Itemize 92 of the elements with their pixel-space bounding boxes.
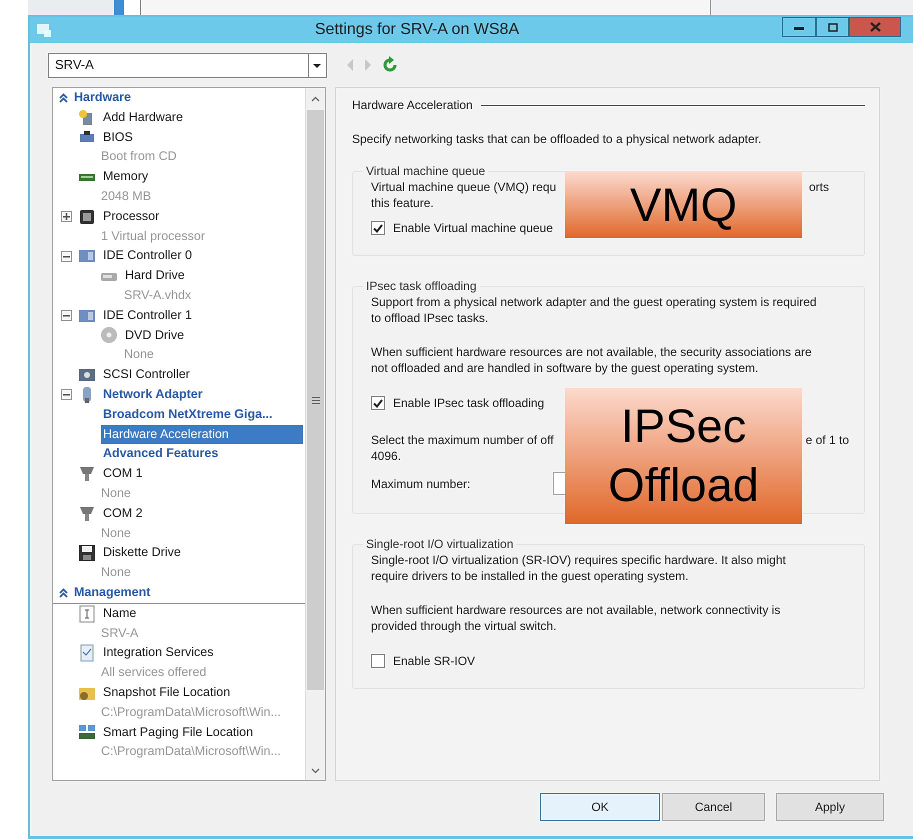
tree-item[interactable]: Network Adapter (101, 384, 205, 405)
group-title: Virtual machine queue (365, 163, 486, 179)
item-detail: SRV-A (101, 624, 138, 642)
tree-item[interactable]: Add Hardware (101, 108, 185, 128)
maximize-icon (828, 22, 838, 32)
disc-icon (100, 326, 118, 344)
scroll-thumb[interactable] (307, 110, 324, 690)
description-text: Support from a physical network adapter and the guest operating system is required to offload IPsec tasks. (371, 294, 817, 326)
tree-item[interactable]: Hardware Acceleration (101, 424, 303, 444)
description-text: When sufficient hardware resources are not available, network connectivity is provided through the virtual switch. (371, 602, 782, 634)
checkbox-label: Enable SR-IOV (393, 653, 476, 670)
grid-icon (78, 723, 96, 742)
tree-item[interactable]: Integration Services (101, 643, 216, 664)
item-detail: All services offered (101, 664, 206, 682)
tree-item[interactable]: Diskette Drive (101, 543, 183, 564)
expander-icon[interactable] (61, 310, 72, 322)
description-text: Virtual machine queue (VMQ) requ (371, 179, 556, 195)
group-title: Single-root I/O virtualization (365, 536, 514, 552)
maximize-button[interactable] (816, 17, 849, 37)
checkbox[interactable] (371, 396, 385, 410)
field-label: Maximum number: (371, 476, 472, 492)
checkbox-label: Enable IPsec task offloading (393, 395, 544, 412)
tree-item[interactable]: IDE Controller 1 (101, 306, 194, 326)
tree-item[interactable]: IDE Controller 0 (101, 246, 194, 266)
checkbox[interactable] (371, 221, 385, 235)
item-detail: None (124, 346, 154, 364)
item-detail: None (101, 564, 131, 582)
name-tag-icon (78, 604, 96, 623)
item-detail: 2048 MB (101, 188, 152, 205)
tree-item[interactable]: Smart Paging File Location (101, 722, 256, 742)
tree-item[interactable]: Broadcom NetXtreme Giga... (101, 404, 274, 425)
grip-icon (312, 396, 320, 404)
tree-item[interactable]: Advanced Features (101, 444, 220, 464)
checkbox-label: Enable Virtual machine queue (393, 220, 553, 237)
collapse-icon[interactable] (59, 92, 68, 103)
item-detail: Boot from CD (101, 148, 177, 166)
tree-item[interactable]: SCSI Controller (101, 365, 192, 385)
item-detail: SRV-A.vhdx (124, 286, 192, 304)
window-icon (36, 22, 52, 38)
item-detail: C:\ProgramData\Microsoft\Win... (101, 743, 281, 760)
minimize-button[interactable] (782, 17, 816, 37)
dialog-button[interactable]: OK (540, 793, 660, 821)
item-detail: None (101, 484, 131, 502)
tree-item[interactable]: COM 1 (101, 464, 145, 484)
callout-label: IPSec Offload (565, 388, 802, 524)
number-field[interactable] (553, 472, 566, 495)
callout-label: VMQ (565, 172, 802, 238)
floppy-icon (78, 544, 96, 562)
description-text: Single-root I/O virtualization (SR-IOV) requires specific hardware. It also might require drivers to be installed in the guest operating system. (371, 552, 787, 584)
tree-item[interactable]: Memory (101, 167, 150, 187)
description-text: orts (808, 179, 829, 195)
tree-item[interactable]: BIOS (101, 128, 135, 148)
dialog-button[interactable]: Apply (776, 793, 884, 821)
group-title: IPsec task offloading (365, 278, 478, 294)
section-header[interactable]: Hardware (74, 88, 131, 108)
expander-icon[interactable] (61, 250, 72, 262)
document-icon (78, 644, 96, 662)
description-text: Select the maximum number of off (371, 432, 554, 448)
processor-icon (78, 208, 96, 226)
section-heading: Hardware Acceleration (352, 97, 473, 114)
item-detail: None (101, 524, 131, 542)
description-text: e of 1 to (806, 432, 849, 448)
vm-selector[interactable]: SRV-A (48, 52, 327, 78)
intro-text: Specify networking tasks that can be offloaded to a physical network adapter. (352, 131, 762, 147)
port-icon (78, 504, 96, 523)
port-icon (78, 465, 96, 484)
scrollbar[interactable] (305, 88, 325, 780)
dialog-button[interactable]: Cancel (662, 793, 765, 821)
forward-icon (363, 57, 373, 73)
item-detail: C:\ProgramData\Microsoft\Win... (101, 704, 281, 721)
section-header[interactable]: Management (74, 582, 150, 603)
expander-icon[interactable] (61, 211, 72, 222)
description-text: When sufficient hardware resources are not available, the security associations are not offloaded and are handled in software by the guest operating system. (371, 344, 813, 376)
tree-item[interactable]: Name (101, 604, 138, 624)
tree-item[interactable]: Snapshot File Location (101, 682, 232, 703)
close-icon (870, 22, 880, 32)
description-text: this feature. (371, 195, 435, 211)
scroll-up-icon (311, 96, 320, 102)
checkbox[interactable] (371, 654, 385, 668)
description-text: 4096. (371, 448, 402, 464)
window-title: Settings for SRV-A on WS8A (314, 20, 520, 40)
scroll-down-icon (311, 768, 320, 774)
close-button[interactable] (849, 17, 901, 37)
expander-icon[interactable] (61, 389, 72, 400)
tree-item[interactable]: DVD Drive (123, 326, 186, 346)
tree-item[interactable]: Hard Drive (123, 266, 187, 286)
back-icon (345, 57, 355, 73)
tree-item[interactable]: COM 2 (101, 504, 145, 524)
refresh-icon (381, 56, 399, 74)
tree-item[interactable]: Processor (101, 206, 162, 227)
collapse-icon[interactable] (59, 588, 68, 598)
item-detail: 1 Virtual processor (101, 228, 205, 245)
